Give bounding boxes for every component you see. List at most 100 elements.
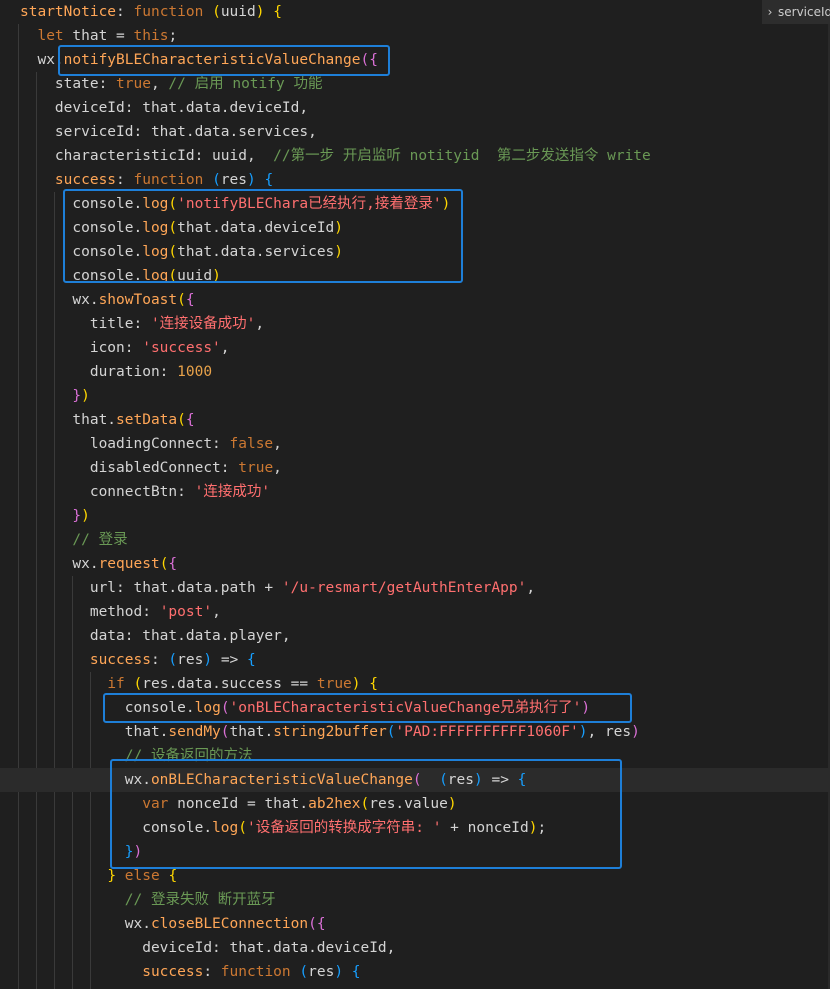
code-line[interactable]: serviceId: that.data.services, <box>0 120 830 144</box>
code-token: console. <box>20 196 143 212</box>
code-token: ) <box>447 796 457 812</box>
code-token: ) <box>334 964 344 980</box>
code-token: ) <box>631 724 640 740</box>
code-token: res <box>447 772 474 788</box>
code-line[interactable]: deviceId: that.data.deviceId, <box>0 936 830 960</box>
code-line[interactable]: title: '连接设备成功', <box>0 312 830 336</box>
code-token: method: <box>20 604 160 620</box>
code-line[interactable]: success: function (res) { <box>0 960 830 984</box>
code-line[interactable]: var nonceId = that.ab2hex(res.value) <box>0 792 830 816</box>
code-token: that = <box>63 28 134 44</box>
code-line[interactable]: console.log('onBLECharacteristicValueCha… <box>0 696 830 720</box>
code-line[interactable]: }) <box>0 840 830 864</box>
code-line[interactable]: deviceId: that.data.deviceId, <box>0 96 830 120</box>
code-token: // 设备返回的方法 <box>124 748 253 764</box>
code-token: ) <box>334 244 344 260</box>
code-line[interactable]: console.log('notifyBLEChara已经执行,接着登录') <box>0 192 830 216</box>
code-token: // 登录失败 断开蓝牙 <box>124 892 276 908</box>
code-token: ( <box>299 964 309 980</box>
code-line[interactable]: // 设备返回的方法 <box>0 744 830 768</box>
code-token: } <box>72 508 82 524</box>
code-token: console. <box>20 220 143 236</box>
code-line[interactable]: connectBtn: '连接成功' <box>0 480 830 504</box>
code-line[interactable]: } else { <box>0 864 830 888</box>
code-token: { <box>517 772 527 788</box>
code-token: : <box>116 172 134 188</box>
code-line[interactable]: url: that.data.path + '/u-resmart/getAut… <box>0 576 830 600</box>
code-token: else <box>124 868 160 884</box>
code-line[interactable]: method: 'post', <box>0 600 830 624</box>
code-line[interactable]: success: (res) => { <box>0 648 830 672</box>
code-token: log <box>142 220 169 236</box>
code-token: showToast <box>98 292 178 308</box>
code-token: deviceId: that.data.deviceId, <box>20 100 309 116</box>
code-token: wx. <box>20 292 99 308</box>
code-token: ({ <box>360 52 378 68</box>
code-line[interactable]: startNotice: function (uuid) { <box>0 0 830 24</box>
code-token: res.value <box>369 796 448 812</box>
code-line[interactable]: disabledConnect: true, <box>0 456 830 480</box>
code-token: ( <box>168 244 178 260</box>
code-line[interactable]: if (res.data.success == true) { <box>0 672 830 696</box>
code-token: { <box>369 676 378 692</box>
code-line[interactable]: state: true, // 启用 notify 功能 <box>0 72 830 96</box>
code-line[interactable]: loadingConnect: false, <box>0 432 830 456</box>
code-token: // 登录 <box>72 532 128 548</box>
code-token: } <box>124 844 134 860</box>
code-line[interactable]: console.log(uuid) <box>0 264 830 288</box>
code-line[interactable]: console.log(that.data.services) <box>0 240 830 264</box>
code-token: , <box>273 460 282 476</box>
code-line[interactable]: wx.onBLECharacteristicValueChange( (res)… <box>0 768 830 792</box>
code-token: console. <box>20 244 143 260</box>
code-token: uuid <box>177 268 213 284</box>
code-line[interactable]: that.setData({ <box>0 408 830 432</box>
code-token: wx. <box>20 772 151 788</box>
code-line[interactable]: console.log(that.data.deviceId) <box>0 216 830 240</box>
code-token: if <box>107 676 125 692</box>
code-token: ( <box>212 172 221 188</box>
code-line[interactable]: characteristicId: uuid, //第一步 开启监听 notit… <box>0 144 830 168</box>
code-token: that.data.services <box>177 244 335 260</box>
code-line[interactable]: // 登录失败 断开蓝牙 <box>0 888 830 912</box>
code-editor[interactable]: › serviceId startNotice: function (uuid) … <box>0 0 830 989</box>
code-token: res <box>177 652 204 668</box>
code-token: res <box>308 964 335 980</box>
code-line[interactable]: wx.request({ <box>0 552 830 576</box>
code-token: 'success' <box>142 340 221 356</box>
code-line[interactable]: icon: 'success', <box>0 336 830 360</box>
code-token: { <box>185 412 195 428</box>
code-token: that. <box>20 724 169 740</box>
code-line[interactable]: }) <box>0 504 830 528</box>
code-token: icon: <box>20 340 143 356</box>
code-line[interactable]: console.log('设备返回的转换成字符串: ' + nonceId); <box>0 816 830 840</box>
code-line[interactable]: success: function (res) { <box>0 168 830 192</box>
code-token: , <box>212 604 221 620</box>
code-line[interactable]: }) <box>0 384 830 408</box>
code-token: ) <box>474 772 483 788</box>
code-token: connectBtn: <box>20 484 195 500</box>
code-token: that. <box>229 724 274 740</box>
code-token: uuid <box>220 4 256 20</box>
code-line[interactable]: duration: 1000 <box>0 360 830 384</box>
code-token: string2buffer <box>273 724 387 740</box>
code-token: ( <box>133 676 143 692</box>
code-line[interactable]: // 登录 <box>0 528 830 552</box>
code-line[interactable]: let that = this; <box>0 24 830 48</box>
code-line[interactable]: that.sendMy(that.string2buffer('PAD:FFFF… <box>0 720 830 744</box>
code-token: '设备返回的转换成字符串: ' <box>247 820 442 836</box>
code-token: setData <box>116 412 178 428</box>
code-token: { <box>185 292 195 308</box>
code-token: , res <box>587 724 632 740</box>
code-token: false <box>229 436 274 452</box>
code-token: => <box>482 772 518 788</box>
code-line[interactable]: wx.notifyBLECharacteristicValueChange({ <box>0 48 830 72</box>
code-line[interactable]: wx.closeBLEConnection({ <box>0 912 830 936</box>
code-line[interactable]: data: that.data.player, <box>0 624 830 648</box>
code-line[interactable]: wx.showToast({ <box>0 288 830 312</box>
